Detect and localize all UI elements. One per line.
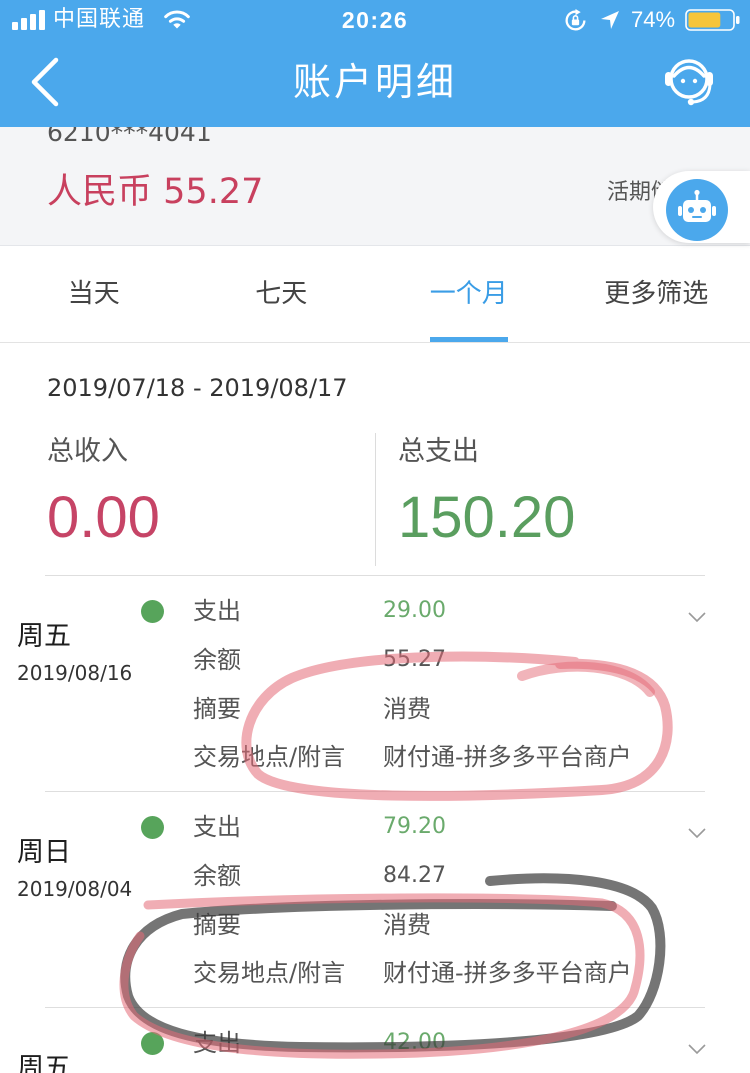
- currency-label: 人民币: [47, 172, 153, 212]
- row-label: 摘要: [193, 695, 241, 723]
- carrier-name: 中国联通: [53, 7, 146, 32]
- row-label: 摘要: [193, 911, 241, 939]
- transaction-item[interactable]: 周日 2019/08/04 支出 79.20 余额 84.27 摘要 消费 交易…: [0, 791, 750, 1007]
- date-range: 2019/07/18 - 2019/08/17: [47, 374, 348, 402]
- income-label: 总收入: [47, 436, 128, 467]
- status-dot: [141, 816, 164, 839]
- expense-amount: 29.00: [383, 598, 446, 623]
- expense-total: 150.20: [398, 485, 576, 550]
- wifi-icon: [164, 10, 190, 29]
- account-card: 6210***4041 人民币 55.27 活期储: [0, 118, 750, 246]
- balance-value: 55.27: [163, 172, 264, 212]
- summary-divider: [375, 433, 376, 566]
- chevron-down-icon[interactable]: [687, 611, 707, 623]
- clock: 20:26: [341, 7, 409, 33]
- balance-after: 55.27: [383, 647, 446, 672]
- tab-label: 七天: [255, 279, 308, 309]
- signal-icon: [12, 10, 45, 30]
- battery-level-fill: [688, 12, 721, 28]
- customer-service-icon: [665, 59, 713, 106]
- status-dot: [141, 600, 164, 623]
- battery-icon: [685, 9, 740, 31]
- row-label: 支出: [193, 813, 241, 841]
- transaction-date: 2019/08/04: [17, 877, 133, 901]
- income-total: 0.00: [47, 485, 160, 550]
- row-label: 支出: [193, 597, 241, 625]
- transaction-date: 2019/08/16: [17, 661, 133, 685]
- row-label: 余额: [193, 646, 241, 674]
- account-detail-screen: 中国联通 20:26 74% 账户明细 6210***4041 人民币 55.2…: [0, 0, 750, 1073]
- location-arrow-icon: [601, 11, 619, 29]
- expense-amount: 42.00: [383, 1030, 446, 1055]
- header: 中国联通 20:26 74% 账户明细: [0, 0, 750, 127]
- transaction-item[interactable]: 周五 支出 42.00: [0, 1007, 750, 1073]
- robot-icon: [678, 189, 716, 222]
- row-label: 交易地点/附言: [193, 743, 346, 771]
- tab-one-month[interactable]: 一个月: [375, 246, 563, 342]
- rotation-lock-icon: [565, 9, 586, 31]
- chevron-left-icon: [31, 57, 59, 107]
- back-button[interactable]: [24, 54, 72, 110]
- battery-percent: 74%: [631, 7, 676, 32]
- page-title: 账户明细: [292, 60, 457, 104]
- summary-value: 消费: [383, 911, 431, 939]
- row-label: 支出: [193, 1029, 241, 1057]
- status-dot: [141, 1032, 164, 1055]
- tab-seven-days[interactable]: 七天: [188, 246, 376, 342]
- chevron-down-icon[interactable]: [687, 1043, 707, 1055]
- transaction-item[interactable]: 周五 2019/08/16 支出 29.00 余额 55.27 摘要 消费 交易…: [0, 575, 750, 791]
- chevron-down-icon[interactable]: [687, 827, 707, 839]
- tab-label: 一个月: [429, 279, 508, 309]
- customer-service-button[interactable]: [660, 51, 718, 109]
- tab-label: 更多筛选: [604, 279, 709, 309]
- transaction-weekday: 周五: [17, 621, 71, 652]
- merchant-value: 财付通-拼多多平台商户: [383, 743, 632, 771]
- summary-value: 消费: [383, 695, 431, 723]
- row-label: 余额: [193, 862, 241, 890]
- period-tabs: 当天 七天 一个月 更多筛选: [0, 246, 750, 343]
- balance-after: 84.27: [383, 863, 446, 888]
- expense-amount: 79.20: [383, 814, 446, 839]
- row-label: 交易地点/附言: [193, 959, 346, 987]
- transaction-weekday: 周五: [17, 1053, 71, 1073]
- tab-more-filters[interactable]: 更多筛选: [563, 246, 750, 342]
- expense-label: 总支出: [398, 436, 479, 467]
- merchant-value: 财付通-拼多多平台商户: [383, 959, 632, 987]
- transaction-weekday: 周日: [17, 837, 71, 868]
- tab-label: 当天: [67, 279, 120, 309]
- account-balance: 人民币 55.27: [47, 170, 263, 214]
- tab-active-indicator: [429, 337, 508, 342]
- tab-today[interactable]: 当天: [0, 246, 188, 342]
- assistant-circle: [666, 179, 728, 241]
- assistant-floating-button[interactable]: [653, 171, 750, 243]
